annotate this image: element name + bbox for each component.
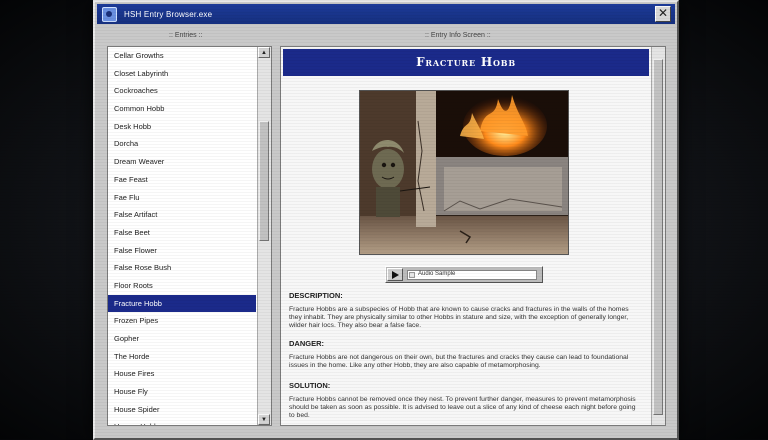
list-item[interactable]: House Fly	[108, 383, 256, 401]
list-item[interactable]: False Artifact	[108, 206, 256, 224]
audio-player: Audio Sample	[385, 266, 543, 283]
entries-scroll-thumb[interactable]	[259, 121, 269, 241]
window-title: HSH Entry Browser.exe	[124, 10, 213, 19]
list-item[interactable]: Closet Labyrinth	[108, 65, 256, 83]
list-item[interactable]: House Fires	[108, 365, 256, 383]
list-item[interactable]: Dorcha	[108, 135, 256, 153]
list-item[interactable]: Desk Hobb	[108, 118, 256, 136]
list-item[interactable]: Cockroaches	[108, 82, 256, 100]
entry-browser-window: HSH Entry Browser.exe ✕ :: Entries :: ::…	[93, 0, 679, 440]
play-button[interactable]	[387, 268, 403, 281]
entries-header: :: Entries ::	[169, 32, 203, 39]
scroll-down-button[interactable]: ▼	[258, 414, 270, 425]
list-item[interactable]: Common Hobb	[108, 100, 256, 118]
list-item[interactable]: Dream Weaver	[108, 153, 256, 171]
list-item[interactable]: Fae Flu	[108, 189, 256, 207]
audio-sample-label: Audio Sample	[418, 271, 456, 277]
list-item[interactable]: False Rose Bush	[108, 259, 256, 277]
title-bar[interactable]: HSH Entry Browser.exe ✕	[97, 4, 675, 24]
list-item[interactable]: Hungry Hobb	[108, 418, 256, 425]
list-item[interactable]: False Flower	[108, 242, 256, 260]
solution-heading: SOLUTION:	[289, 381, 331, 390]
info-scrollbar[interactable]	[651, 47, 665, 425]
list-item[interactable]: Cellar Growths	[108, 47, 256, 65]
danger-heading: DANGER:	[289, 339, 324, 348]
entry-info-panel: Fracture Hobb Audio Sample DESCRIPTION: …	[280, 46, 666, 426]
app-icon	[102, 7, 117, 22]
entries-scrollbar[interactable]: ▲ ▼	[257, 47, 271, 425]
entry-photo	[359, 90, 569, 255]
list-item[interactable]: False Beet	[108, 224, 256, 242]
entries-list[interactable]: Cellar Growths Closet Labyrinth Cockroache…	[107, 46, 272, 426]
close-button[interactable]: ✕	[655, 6, 671, 22]
list-item[interactable]: Fae Feast	[108, 171, 256, 189]
list-item[interactable]: Fracture Hobb	[108, 294, 256, 313]
info-scroll-thumb[interactable]	[653, 59, 663, 415]
entry-title: Fracture Hobb	[283, 49, 649, 76]
description-text: Fracture Hobbs are a subspecies of Hobb …	[289, 306, 629, 330]
list-item[interactable]: The Horde	[108, 348, 256, 366]
description-heading: DESCRIPTION:	[289, 291, 343, 300]
info-header: :: Entry Info Screen ::	[425, 32, 491, 39]
list-item[interactable]: House Spider	[108, 401, 256, 419]
danger-text: Fracture Hobbs are not dangerous on thei…	[289, 354, 629, 370]
solution-text: Fracture Hobbs cannot be removed once th…	[289, 396, 636, 420]
audio-checkbox[interactable]	[409, 272, 415, 278]
list-item[interactable]: Frozen Pipes	[108, 312, 256, 330]
scroll-up-button[interactable]: ▲	[258, 47, 270, 58]
fracture-hobb-photo	[360, 91, 568, 254]
entries-list-items: Cellar Growths Closet Labyrinth Cockroache…	[108, 47, 256, 425]
audio-progress-track[interactable]: Audio Sample	[407, 270, 537, 280]
list-item[interactable]: Gopher	[108, 330, 256, 348]
list-item[interactable]: Floor Roots	[108, 277, 256, 295]
